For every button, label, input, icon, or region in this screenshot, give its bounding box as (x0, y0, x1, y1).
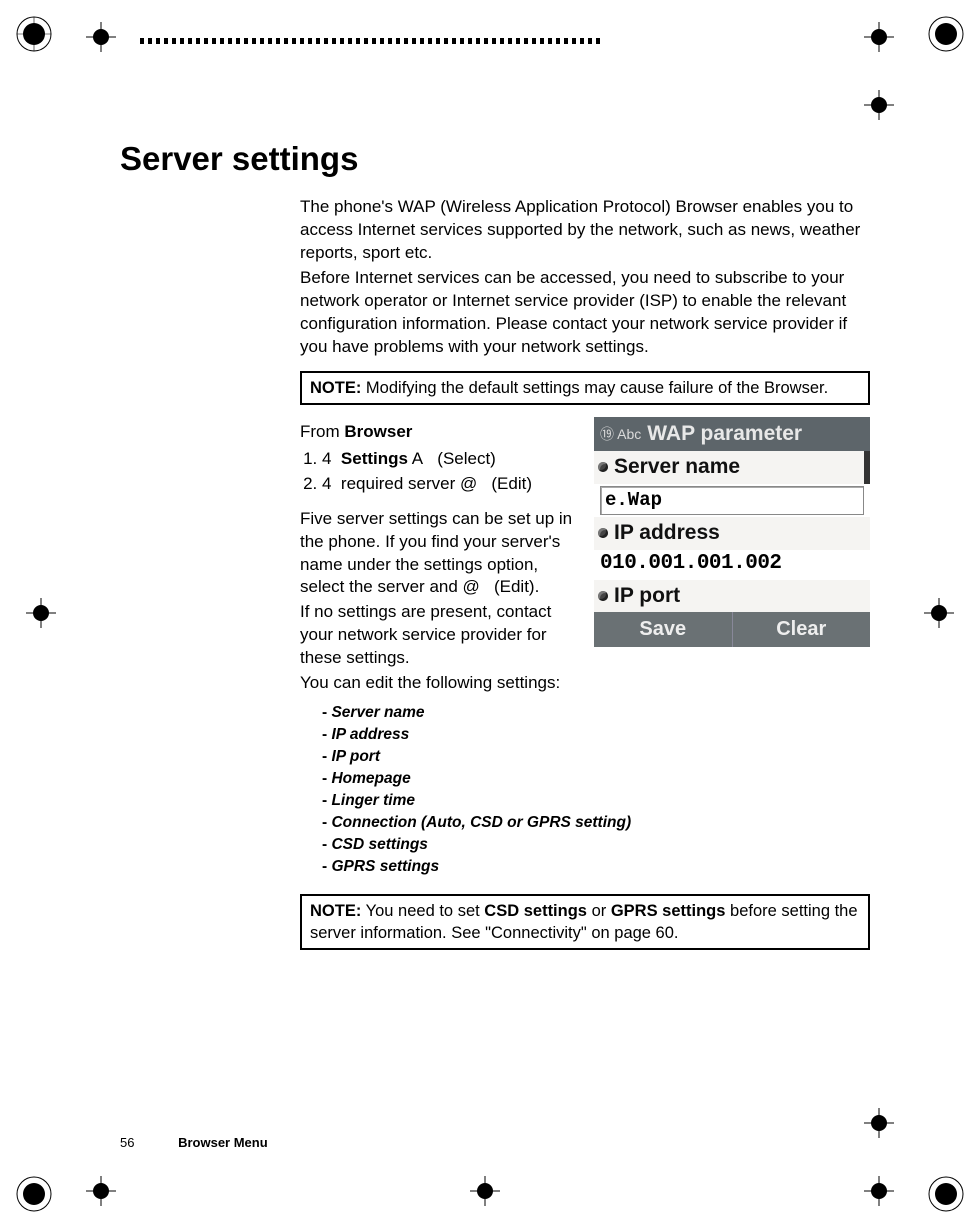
phone-row-servername: Server name (594, 451, 870, 483)
cross-mark-tl (86, 22, 116, 52)
step2-post: required server @ (Edit) (331, 474, 532, 493)
step-2: 4 required server @ (Edit) (322, 473, 580, 496)
note-text: Modifying the default settings may cause… (361, 379, 828, 397)
intro-paragraph-2: Before Internet services can be accessed… (300, 267, 870, 359)
crop-circle-tr (926, 14, 966, 54)
phone-title: WAP parameter (647, 420, 802, 448)
note2-b2: GPRS settings (611, 902, 726, 920)
cross-mark-tr2 (864, 90, 894, 120)
phone-softkey-save: Save (594, 612, 732, 647)
setting-item: IP port (322, 747, 870, 768)
phone-value-ip: 010.001.001.002 (594, 550, 870, 580)
crop-circle-bl (14, 1174, 54, 1214)
phone-row-ipaddress: IP address (594, 517, 870, 549)
cross-mark-mr (924, 598, 954, 628)
phone-title-small: ⑲ Abc (600, 425, 641, 444)
editable-settings-list: Server name IP address IP port Homepage … (322, 703, 870, 877)
note2-b1: CSD settings (484, 902, 587, 920)
page-heading: Server settings (120, 140, 880, 178)
setting-item: Server name (322, 703, 870, 724)
cross-mark-bl (86, 1176, 116, 1206)
cross-mark-br2 (864, 1108, 894, 1138)
phone-row2-label: IP address (614, 519, 720, 547)
note-label: NOTE: (310, 379, 361, 397)
step1-glyph: 4 (322, 449, 331, 468)
setting-item: IP address (322, 725, 870, 746)
decorative-border (140, 38, 600, 44)
intro-paragraph-1: The phone's WAP (Wireless Application Pr… (300, 196, 870, 265)
phone-screenshot: ⑲ Abc WAP parameter Server name e.Wap IP… (594, 417, 870, 647)
note2-a: You need to set (361, 902, 484, 920)
cross-mark-bm (470, 1176, 500, 1206)
page-number: 56 (120, 1135, 134, 1150)
crop-circle-br (926, 1174, 966, 1214)
bullet-icon (598, 462, 608, 472)
phone-input-servername: e.Wap (600, 486, 864, 516)
setting-item: GPRS settings (322, 857, 870, 878)
setting-item: Homepage (322, 769, 870, 790)
step-1: 4 Settings A (Select) (322, 448, 580, 471)
note-box-1: NOTE: Modifying the default settings may… (300, 371, 870, 405)
phone-softkey-clear: Clear (732, 612, 871, 647)
phone-row-ipport: IP port (594, 580, 870, 612)
from-prefix: From (300, 422, 344, 441)
phone-row3-label: IP port (614, 582, 680, 610)
steps-list: 4 Settings A (Select) 4 required server … (300, 448, 580, 496)
cross-mark-br (864, 1176, 894, 1206)
phone-softkeys: Save Clear (594, 612, 870, 647)
setting-item: Linger time (322, 791, 870, 812)
step1-post: A (Select) (408, 449, 496, 468)
phone-row1-label: Server name (614, 453, 740, 481)
cross-mark-ml (26, 598, 56, 628)
section-name: Browser Menu (178, 1135, 268, 1150)
note-box-2: NOTE: You need to set CSD settings or GP… (300, 894, 870, 951)
setting-item: CSD settings (322, 835, 870, 856)
mid-paragraph-2: If no settings are present, contact your… (300, 601, 580, 670)
mid-paragraph-1: Five server settings can be set up in th… (300, 508, 580, 600)
page-footer: 56 Browser Menu (120, 1135, 268, 1150)
step1-bold: Settings (341, 449, 408, 468)
setting-item: Connection (Auto, CSD or GPRS setting) (322, 813, 870, 834)
mid-paragraph-3: You can edit the following settings: (300, 672, 580, 695)
crop-circle-tl (14, 14, 54, 54)
bullet-icon (598, 591, 608, 601)
cross-mark-tr (864, 22, 894, 52)
bullet-icon (598, 528, 608, 538)
note2-label: NOTE: (310, 902, 361, 920)
phone-titlebar: ⑲ Abc WAP parameter (594, 417, 870, 451)
from-line: From Browser (300, 421, 580, 444)
from-bold: Browser (344, 422, 412, 441)
note2-mid: or (587, 902, 611, 920)
